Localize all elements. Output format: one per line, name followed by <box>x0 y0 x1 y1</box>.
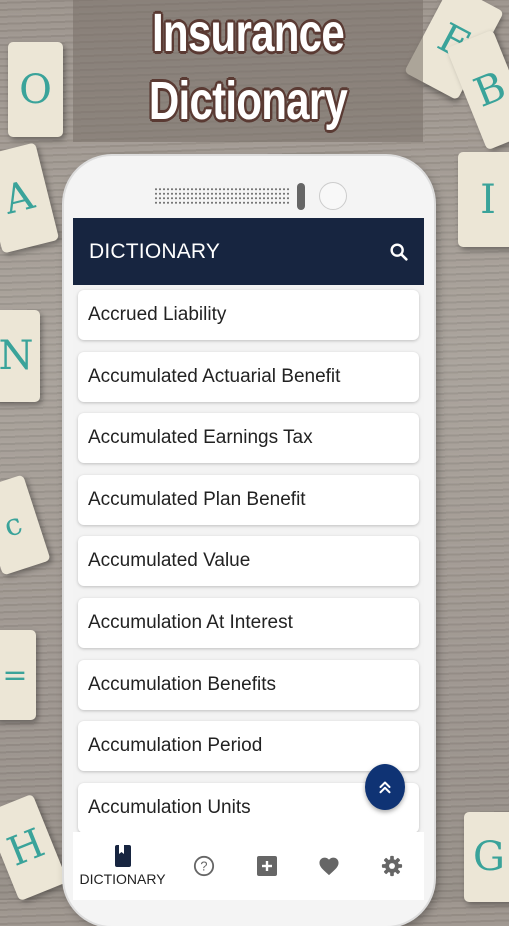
term-label: Accumulation At Interest <box>88 611 293 633</box>
term-label: Accumulated Value <box>88 550 251 572</box>
search-button[interactable] <box>388 241 410 263</box>
svg-text:?: ? <box>200 859 207 874</box>
phone-speaker <box>154 187 290 205</box>
app-screen: DICTIONARY Accrued Liability Accumulated… <box>73 218 424 900</box>
background-tile: I <box>458 152 509 247</box>
search-icon <box>390 242 408 261</box>
list-item[interactable]: Accumulated Earnings Tax <box>78 413 419 464</box>
list-item[interactable]: Accumulated Plan Benefit <box>78 474 419 525</box>
nav-settings[interactable] <box>367 855 417 877</box>
list-item[interactable]: Accumulated Actuarial Benefit <box>78 351 419 402</box>
list-item[interactable]: Accumulation Benefits <box>78 659 419 710</box>
nav-label: DICTIONARY <box>79 871 166 887</box>
list-item[interactable]: Accumulation Period <box>78 721 419 772</box>
term-label: Accumulation Benefits <box>88 673 276 695</box>
list-item[interactable]: Accumulation At Interest <box>78 597 419 648</box>
double-chevron-up-icon <box>379 781 391 794</box>
background-tile: O <box>8 42 63 137</box>
app-bar: DICTIONARY <box>73 218 424 285</box>
phone-camera <box>319 182 347 210</box>
promo-title-line1: Insurance <box>152 3 345 63</box>
background-tile: H <box>0 793 68 902</box>
term-label: Accrued Liability <box>88 304 227 325</box>
scroll-to-top-button[interactable] <box>365 764 405 810</box>
list-item[interactable]: Accumulated Value <box>78 536 419 587</box>
term-label: Accumulated Plan Benefit <box>88 488 306 510</box>
nav-add[interactable] <box>242 856 292 876</box>
nav-favorites[interactable] <box>304 856 354 876</box>
background-tile: G <box>464 812 509 902</box>
list-item[interactable]: Accrued Liability <box>78 290 419 340</box>
term-label: Accumulation Units <box>88 796 251 818</box>
heart-icon <box>319 857 340 876</box>
page-title: DICTIONARY <box>89 239 221 263</box>
nav-dictionary[interactable]: DICTIONARY <box>79 845 166 887</box>
help-icon: ? <box>193 855 214 877</box>
add-box-icon <box>256 856 277 876</box>
background-tile: A <box>0 142 60 254</box>
term-label: Accumulation Period <box>88 735 263 757</box>
book-icon <box>114 845 131 867</box>
background-tile: = <box>0 630 36 720</box>
promo-title-line2: Dictionary <box>148 71 348 131</box>
nav-help[interactable]: ? <box>179 855 229 877</box>
background-tile: N <box>0 310 40 402</box>
term-label: Accumulated Actuarial Benefit <box>88 365 341 387</box>
term-list: Accrued Liability Accumulated Actuarial … <box>73 285 424 833</box>
term-label: Accumulated Earnings Tax <box>88 427 313 449</box>
bottom-nav: DICTIONARY ? <box>73 832 424 900</box>
gear-icon <box>382 855 403 877</box>
background-tile: c <box>0 474 51 576</box>
phone-sensor <box>297 183 305 210</box>
